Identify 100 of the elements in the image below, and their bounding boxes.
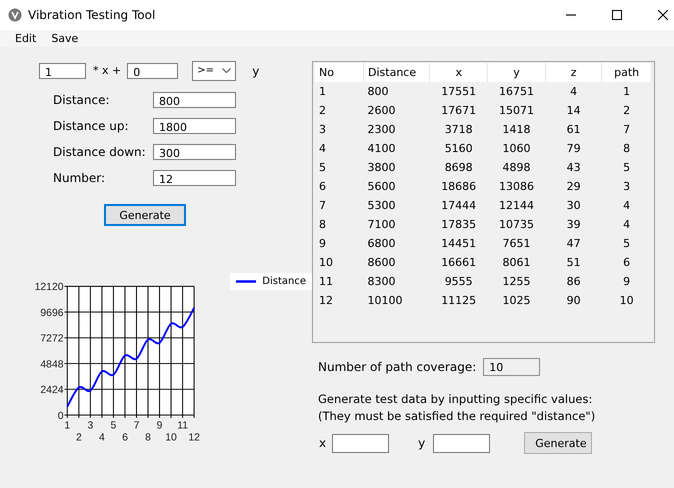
table-cell-text: 39 bbox=[566, 217, 582, 233]
table-cell-text: 4 bbox=[318, 141, 327, 157]
close-icon[interactable] bbox=[658, 10, 668, 20]
column-header: z bbox=[545, 63, 602, 82]
table-cell-text: 3 bbox=[622, 179, 632, 195]
table-cell-text: 1060 bbox=[502, 141, 532, 157]
menu-item[interactable]: Edit bbox=[8, 32, 44, 45]
instruction-text: (They must be satisfied the required "distance") bbox=[318, 408, 596, 425]
x-tick-label: 8 bbox=[145, 432, 151, 444]
table-cell-text: 5 bbox=[318, 160, 327, 176]
table-cell-text: 11125 bbox=[440, 293, 478, 309]
table-cell-text: 8061 bbox=[502, 255, 532, 271]
operator-dropdown[interactable]: >= bbox=[192, 60, 236, 80]
y-label: y bbox=[418, 436, 426, 450]
input-field[interactable]: 800 bbox=[153, 92, 236, 108]
input-field[interactable]: 1800 bbox=[153, 118, 236, 134]
x-label: x bbox=[319, 436, 326, 450]
table-cell-text: 12 bbox=[318, 293, 334, 309]
table-cell-text: 7 bbox=[622, 122, 632, 138]
input-field[interactable]: 300 bbox=[153, 144, 236, 160]
constant-field[interactable]: 0 bbox=[127, 62, 178, 78]
y-tick-label: 9696 bbox=[40, 308, 64, 319]
table-cell-text: 9 bbox=[622, 274, 632, 290]
table-cell-text: 30 bbox=[566, 198, 582, 214]
table-cell-text: 1418 bbox=[502, 122, 532, 138]
table-cell-text: 2300 bbox=[366, 122, 397, 138]
y-tick-label: 2424 bbox=[40, 385, 64, 396]
table-cell: 4 bbox=[545, 82, 602, 101]
table-cell-text: 4100 bbox=[366, 141, 397, 157]
x-tick-label: 9 bbox=[156, 420, 162, 432]
x-tick-label: 12 bbox=[188, 432, 200, 444]
table-cell-text: 29 bbox=[566, 179, 582, 195]
field-label: Number: bbox=[53, 170, 106, 184]
x-tick-label: 2 bbox=[76, 432, 82, 444]
field-label: Distance up: bbox=[53, 118, 130, 132]
table-cell-text: 7100 bbox=[366, 217, 397, 233]
y-tick-label: 4848 bbox=[40, 359, 64, 370]
table-cell-text: 7651 bbox=[502, 236, 532, 252]
table-cell-text: 86 bbox=[566, 274, 582, 290]
table-cell-text: 1255 bbox=[502, 274, 532, 290]
table-cell-text: 8 bbox=[318, 217, 327, 233]
column-header: x bbox=[430, 63, 488, 82]
menu-item[interactable]: Save bbox=[44, 32, 86, 45]
table-cell-text: 8600 bbox=[366, 255, 397, 271]
field-label: Distance down: bbox=[53, 144, 147, 158]
table-cell-text: 6 bbox=[622, 255, 632, 271]
x-tick-label: 4 bbox=[99, 432, 105, 444]
table-cell-text: 2 bbox=[318, 103, 327, 119]
generate-button[interactable]: Generate bbox=[104, 204, 186, 226]
table-cell-text: 5300 bbox=[366, 198, 397, 214]
table-cell-text: 5 bbox=[622, 236, 632, 252]
table-cell-text: 51 bbox=[566, 255, 582, 271]
coverage-field[interactable]: 10 bbox=[483, 358, 540, 376]
table-cell-text: 11 bbox=[318, 274, 334, 290]
table-cell-text: 17835 bbox=[440, 217, 478, 233]
input-field[interactable]: 12 bbox=[153, 170, 236, 186]
formula-text: * x + bbox=[93, 64, 122, 77]
table-cell-text: 3800 bbox=[366, 160, 397, 176]
x-tick-label: 10 bbox=[165, 432, 177, 444]
y-tick-label: 7272 bbox=[40, 334, 64, 345]
table-cell-text: 47 bbox=[566, 236, 582, 252]
table-cell-text: 8300 bbox=[366, 274, 397, 290]
table-cell-text: 7 bbox=[318, 198, 327, 214]
caret-icon bbox=[222, 68, 232, 73]
table-cell: 1 bbox=[602, 82, 652, 101]
table-cell-text: 18686 bbox=[440, 179, 478, 195]
app-icon bbox=[8, 8, 22, 22]
table-cell-text: 10 bbox=[618, 293, 635, 309]
column-header: path bbox=[602, 63, 652, 82]
x-tick-label: 5 bbox=[110, 420, 116, 432]
table-cell-text: 61 bbox=[566, 122, 582, 138]
table-cell-text: 1025 bbox=[502, 293, 532, 309]
x-tick-label: 7 bbox=[134, 420, 140, 432]
window-title: Vibration Testing Tool bbox=[28, 8, 156, 22]
table-cell: 17551 bbox=[430, 82, 488, 101]
table-cell-text: 3 bbox=[318, 122, 327, 138]
table-cell-text: 10100 bbox=[366, 293, 404, 309]
table-cell-text: 3718 bbox=[444, 122, 474, 138]
x-tick-label: 6 bbox=[122, 432, 128, 444]
variable-label: y bbox=[252, 64, 260, 78]
table-cell-text: 5600 bbox=[366, 179, 397, 195]
table-cell-text: 43 bbox=[566, 160, 582, 176]
table-cell-text: 4 bbox=[622, 198, 632, 214]
coefficient-field[interactable]: 1 bbox=[39, 62, 86, 78]
y-input-field[interactable] bbox=[433, 434, 490, 452]
table-cell: 800 bbox=[364, 82, 430, 101]
table-cell-text: 17444 bbox=[440, 198, 478, 214]
table-cell-text: 12144 bbox=[498, 198, 536, 214]
maximize-icon[interactable] bbox=[612, 10, 622, 20]
table-cell-text: 79 bbox=[566, 141, 582, 157]
table-cell-text: 17671 bbox=[440, 103, 478, 119]
table-cell-text: 90 bbox=[566, 293, 582, 309]
column-header: No bbox=[315, 63, 364, 82]
generate-button[interactable]: Generate bbox=[524, 432, 592, 454]
legend-label: Distance bbox=[262, 276, 306, 287]
table-cell-text: 2600 bbox=[366, 103, 397, 119]
table-cell-text: 4 bbox=[622, 217, 632, 233]
table-cell-text: 9 bbox=[318, 236, 327, 252]
table-cell-text: 6800 bbox=[366, 236, 397, 252]
x-input-field[interactable] bbox=[332, 434, 390, 452]
